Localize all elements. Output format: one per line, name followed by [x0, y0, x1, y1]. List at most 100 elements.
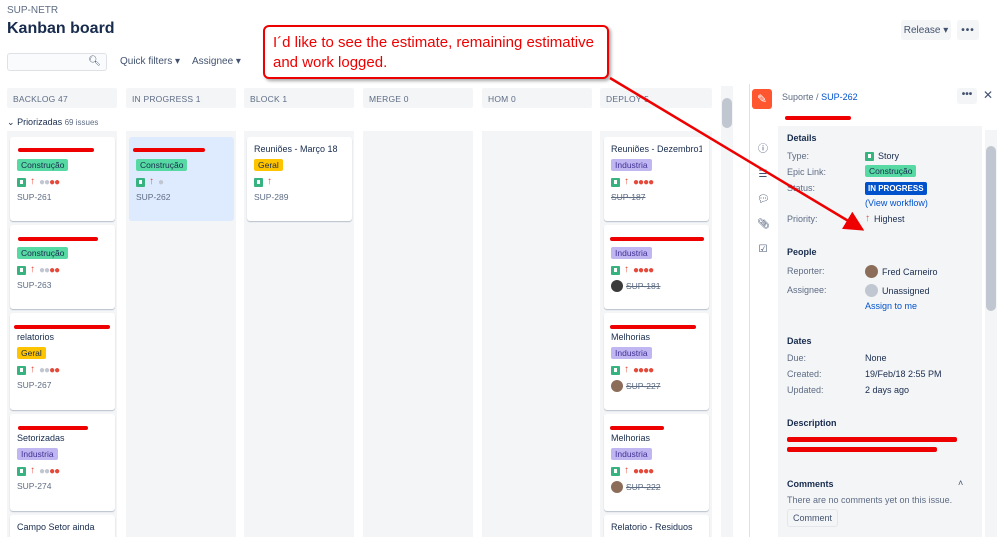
- no-comments-text: There are no comments yet on this issue.: [787, 495, 953, 505]
- issue-key: SUP-181: [626, 281, 661, 291]
- issue-key: SUP-267: [17, 380, 52, 390]
- type-label: Type:: [787, 151, 810, 161]
- card-title: Melhorias: [611, 433, 651, 443]
- story-icon: [136, 177, 145, 187]
- epic-lozenge: Construção: [17, 247, 69, 259]
- view-workflow-link[interactable]: (View workflow): [865, 198, 928, 208]
- search-icon: 🔍︎: [88, 56, 101, 67]
- card-title: Reuniões - Dezembro17: [611, 144, 702, 154]
- page-title: Kanban board: [7, 20, 115, 37]
- description-icon[interactable]: ☰: [757, 169, 769, 181]
- redaction-mark: [610, 325, 696, 329]
- comment-button[interactable]: Comment: [787, 509, 838, 527]
- reporter-label: Reporter:: [787, 266, 825, 276]
- board-scrollbar-thumb[interactable]: [722, 98, 732, 128]
- priority-highest-icon: ↑: [30, 264, 35, 275]
- subtask-icon[interactable]: ☑: [757, 244, 769, 256]
- epic-link-label: Epic Link:: [787, 167, 827, 177]
- issue-key: SUP-263: [17, 280, 52, 290]
- column-header-backlog: BACKLOG 47: [7, 88, 117, 108]
- redaction-mark: [785, 116, 851, 120]
- progress-dots-icon: ●●●●: [633, 176, 654, 188]
- issue-key: SUP-289: [254, 192, 289, 202]
- search-input[interactable]: 🔍︎: [7, 53, 107, 71]
- project-avatar-icon[interactable]: ✎: [752, 89, 772, 109]
- redaction-mark: [610, 426, 664, 430]
- epic-lozenge: Construção: [136, 159, 188, 171]
- swimlane-label: Priorizadas: [17, 117, 63, 127]
- assignee-value[interactable]: Unassigned: [865, 284, 930, 297]
- quick-filters-dropdown[interactable]: Quick filters ▾: [120, 56, 180, 67]
- issue-key: SUP-261: [17, 192, 52, 202]
- board-scrollbar[interactable]: [721, 86, 733, 537]
- chevron-up-icon[interactable]: ˄: [958, 478, 963, 488]
- story-icon: [611, 365, 620, 375]
- card-title: Setorizadas: [17, 433, 65, 443]
- status-label: Status:: [787, 183, 816, 193]
- epic-lozenge: Geral: [254, 159, 283, 171]
- issue-key: SUP-274: [17, 481, 52, 491]
- breadcrumb-issue-key[interactable]: SUP-262: [821, 92, 858, 102]
- card-title: Relatorio - Residuos: [611, 522, 693, 532]
- redaction-mark: [610, 237, 704, 241]
- dates-heading: Dates: [787, 336, 812, 346]
- issue-card[interactable]: Reuniões - Dezembro17 Industria ↑ ●●●● SU…: [604, 137, 709, 221]
- due-value: None: [865, 353, 887, 363]
- progress-dots-icon: ●●●●: [633, 465, 654, 477]
- issue-key: SUP-262: [136, 192, 171, 202]
- release-button[interactable]: Release ▾: [901, 20, 951, 40]
- priority-highest-icon: ↑: [267, 176, 272, 187]
- epic-lozenge: Industria: [17, 448, 58, 460]
- created-value: 19/Feb/18 2:55 PM: [865, 369, 942, 379]
- redaction-mark: [787, 447, 937, 452]
- issue-card[interactable]: Campo Setor ainda: [10, 515, 115, 537]
- updated-value: 2 days ago: [865, 385, 910, 395]
- priority-highest-icon: ↑: [30, 465, 35, 476]
- assign-to-me-link[interactable]: Assign to me: [865, 301, 917, 311]
- status-button[interactable]: IN PROGRESS: [865, 182, 927, 195]
- reporter-value[interactable]: Fred Carneiro: [865, 265, 938, 278]
- story-icon: [17, 365, 26, 375]
- progress-dots-icon: ●●●●: [633, 364, 654, 376]
- swimlane-header[interactable]: ⌄ Priorizadas 69 issues: [7, 117, 98, 128]
- story-icon: [17, 265, 26, 275]
- redaction-mark: [18, 237, 98, 241]
- issue-card[interactable]: Relatorio - Residuos: [604, 515, 709, 537]
- assignee-avatar: [611, 481, 623, 493]
- assignee-dropdown[interactable]: Assignee ▾: [192, 56, 241, 67]
- card-title: Campo Setor ainda: [17, 522, 95, 532]
- comment-icon[interactable]: 💬︎: [757, 194, 770, 206]
- priority-highest-icon: ↑: [865, 213, 870, 224]
- priority-highest-icon: ↑: [149, 176, 154, 187]
- chevron-down-icon: ▾: [235, 56, 241, 67]
- close-icon[interactable]: ✕: [983, 88, 993, 102]
- panel-more-button[interactable]: •••: [957, 88, 977, 104]
- priority-value[interactable]: ↑ Highest: [865, 213, 905, 225]
- assignee-field-label: Assignee:: [787, 285, 827, 295]
- attachment-icon[interactable]: 📎︎: [757, 219, 770, 231]
- type-value: Story: [865, 151, 899, 161]
- project-key[interactable]: SUP-NETR: [7, 5, 58, 16]
- card-title: Reuniões - Março 18: [254, 144, 338, 154]
- breadcrumb-project[interactable]: Suporte: [782, 92, 814, 102]
- issue-key: SUP-222: [626, 482, 661, 492]
- story-icon: [611, 265, 620, 275]
- issue-key: SUP-227: [626, 381, 661, 391]
- avatar: [865, 265, 878, 278]
- story-icon: [611, 177, 620, 187]
- quick-filters-label: Quick filters: [120, 56, 173, 67]
- epic-lozenge: Industria: [611, 247, 652, 259]
- issue-card[interactable]: Reuniões - Março 18 Geral ↑ SUP-289: [247, 137, 352, 221]
- board-more-button[interactable]: •••: [957, 20, 979, 40]
- progress-dots-icon: ●●●●: [39, 176, 60, 188]
- created-label: Created:: [787, 369, 822, 379]
- info-icon[interactable]: ⓘ: [757, 144, 769, 156]
- progress-dots-icon: ●: [158, 176, 164, 188]
- comments-heading: Comments: [787, 479, 834, 489]
- panel-scrollbar-thumb[interactable]: [986, 146, 996, 311]
- priority-highest-icon: ↑: [30, 364, 35, 375]
- due-label: Due:: [787, 353, 807, 363]
- epic-link-value[interactable]: Construção: [865, 165, 917, 177]
- assignee-avatar: [611, 280, 623, 292]
- redaction-mark: [18, 426, 88, 430]
